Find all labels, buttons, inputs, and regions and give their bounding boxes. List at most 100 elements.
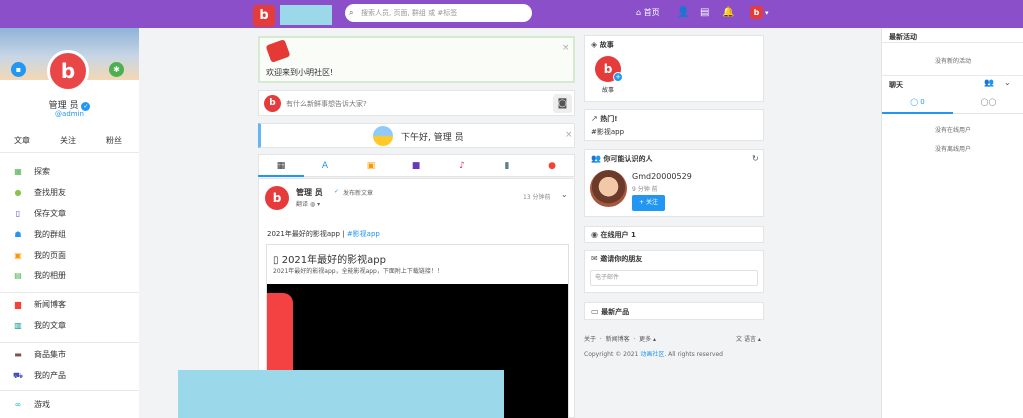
camera-icon[interactable]: ◙ [553,94,572,113]
tab-posts[interactable]: 文章 [14,135,30,146]
post-body: 2021年最好的影视app | #影视app [267,229,380,239]
sidebar-item-albums[interactable]: ▤ 我的相册 [12,268,66,284]
suggested-header: 👥 你可能认识的人 [591,154,653,164]
welcome-card: 欢迎来到小明社区! × [258,36,575,83]
trending-tag[interactable]: #影视app [591,127,624,137]
sidebar-item-label: 探索 [34,167,50,176]
page-icon: ▣ [14,251,22,260]
filter-location-icon[interactable]: ● [533,156,571,176]
users-icon: ◯◯ [980,98,997,106]
left-sidebar: ▪ b ✱ 管理 员 ✓ @admin 文章 关注 粉丝 ▦ 探索 ● 查找朋友 ▯… [0,28,139,418]
close-icon[interactable]: × [562,43,570,53]
verified-icon: ✓ [334,188,340,195]
sidebar-item-market[interactable]: ▬ 商品集市 [12,347,66,363]
add-chat-user-icon[interactable]: 👥 [984,78,994,87]
layers-icon: ◈ [591,40,598,49]
sidebar-item-pages[interactable]: ▣ 我的页面 [12,248,66,264]
sidebar-item-label: 新闻博客 [34,300,66,309]
user-avatar[interactable]: b [750,6,763,19]
add-user-icon: + [639,199,645,206]
profile-avatar[interactable]: b [47,50,89,92]
filter-text-icon[interactable]: A [306,156,344,176]
search-input[interactable]: ⌕ 搜索人员, 页面, 群组 或 #标签 [345,4,532,22]
greeting-card: 下午好, 管理 员 × [258,123,575,148]
add-story-icon[interactable]: + [613,72,623,82]
shopping-bag-icon: ▭ [591,307,599,316]
sidebar-item-find-friends[interactable]: ● 查找朋友 [12,185,67,201]
stories-header: ◈ 故事 [591,40,614,50]
home-link[interactable]: ⌂ 首页 [636,0,660,26]
invite-email-input[interactable]: 电子邮件 [590,270,758,286]
latest-products-card[interactable]: ▭ 最新产品 [584,302,764,320]
sidebar-item-groups[interactable]: ☗ 我的群组 [12,227,66,243]
translate-link[interactable]: 翻译 ◍ ▾ [296,199,320,208]
divider [882,75,1023,76]
language-selector[interactable]: 文 语言 ▴ [736,334,761,343]
home-icon: ⌂ [636,8,642,17]
post-hashtag-link[interactable]: #影视app [347,230,380,238]
suggested-user-avatar[interactable] [590,170,627,207]
composer-placeholder[interactable]: 有什么新鲜事想告诉大家? [286,99,367,109]
suggested-user-name[interactable]: Gmd20000529 [632,172,692,181]
tab-offline-users[interactable]: ◯◯ [953,98,1023,114]
chevron-down-icon[interactable]: ⌄ [1004,78,1011,87]
filter-all-icon[interactable]: ▦ [262,156,300,176]
activity-empty: 没有新的活动 [934,58,971,65]
sidebar-item-news[interactable]: ▆ 新闻博客 [12,297,66,313]
footer-news-link[interactable]: 新闻博客 [606,336,630,343]
online-users-card[interactable]: ◉ 在线用户 1 [584,226,764,243]
no-online-users: 没有在线用户 [934,127,971,134]
post-options-chevron-icon[interactable]: ⌄ [561,190,568,199]
sidebar-item-games[interactable]: ∞ 游戏 [12,397,50,413]
greeting-text: 下午好, 管理 员 [401,133,464,143]
language-label: 语言 [743,336,756,343]
site-logo[interactable]: b [253,5,275,27]
sidebar-item-label: 商品集市 [34,350,66,359]
follow-button[interactable]: + 关注 [632,195,665,211]
album-icon: ▤ [14,271,22,280]
user-menu-caret-icon[interactable]: ▾ [765,0,769,26]
sidebar-item-saved[interactable]: ▯ 保存文章 [12,206,66,222]
copyright-site-link[interactable]: 动画社区 [640,351,664,358]
post-author-avatar[interactable]: b [265,186,289,210]
filter-file-icon[interactable]: ▮ [488,156,526,176]
sidebar-item-my-articles[interactable]: ▥ 我的文章 [12,318,66,334]
article-description: 2021年最好的影视app，全能影视app，下面附上下载链接！！ [273,268,443,275]
copyright-prefix: Copyright © 2021 [584,351,641,358]
messages-icon[interactable]: ▤ [700,0,709,26]
overlay-placeholder [178,370,504,418]
megaphone-icon [265,39,291,63]
trending-header: ↗ 热门! [591,114,617,124]
online-users-title: 在线用户 1 [600,231,636,239]
no-offline-users: 没有离线用户 [934,146,971,153]
footer-about-link[interactable]: 关于 [584,336,596,343]
filter-music-icon[interactable]: ♪ [443,156,481,176]
sidebar-item-my-products[interactable]: ⛟ 我的产品 [12,368,66,384]
filter-video-icon[interactable]: ■ [397,156,435,176]
user-icon: ◯ [910,98,919,106]
cart-icon: ⛟ [12,371,24,380]
notifications-icon[interactable]: 🔔 [722,0,734,26]
post-composer[interactable]: b 有什么新鲜事想告诉大家? ◙ [258,90,575,116]
profile-handle[interactable]: @admin [0,110,139,118]
post-author-name[interactable]: 管理 员 [296,187,323,198]
filter-image-icon[interactable]: ▣ [352,156,390,176]
tab-followers[interactable]: 粉丝 [106,135,122,146]
tab-following[interactable]: 关注 [60,135,76,146]
activity-title: 最新活动 [889,33,917,41]
refresh-icon[interactable]: ↻ [752,154,759,163]
trending-icon: ↗ [591,114,598,123]
sidebar-item-explore[interactable]: ▦ 探索 [12,164,50,180]
friend-requests-icon[interactable]: 👤 [677,0,689,26]
stories-title: 故事 [599,41,614,49]
chat-bubble-icon[interactable]: ▪ [11,62,26,77]
site-name-placeholder[interactable] [280,5,332,25]
latest-products-header: ▭ 最新产品 [591,307,629,317]
sidebar-item-label: 我的文章 [34,321,66,330]
close-icon[interactable]: × [565,130,573,140]
book-icon: ▥ [14,321,22,330]
tab-online-users[interactable]: ◯ 0 [882,98,953,114]
footer-more-link[interactable]: 更多 [639,336,651,343]
copyright: Copyright © 2021 动画社区. All rights reserv… [584,349,723,358]
settings-gear-icon[interactable]: ✱ [109,62,124,77]
